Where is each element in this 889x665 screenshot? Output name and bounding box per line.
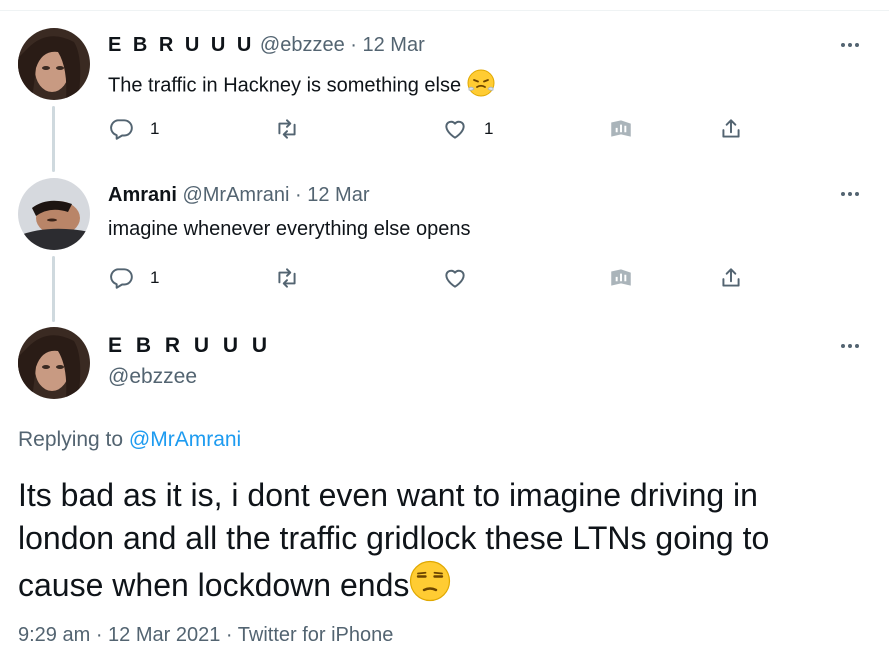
replying-to-link[interactable]: @MrAmrani (129, 428, 241, 451)
unamused-face-emoji-icon (409, 560, 451, 613)
reply-icon (110, 119, 133, 140)
like-button[interactable] (442, 262, 484, 294)
avatar[interactable] (18, 28, 90, 100)
retweet-icon (278, 119, 296, 139)
like-button[interactable]: 1 (442, 113, 493, 145)
tweet-actions: 1 (108, 262, 748, 294)
tweet-time[interactable]: 9:29 am (18, 624, 90, 646)
reply-icon (110, 268, 133, 289)
thread-line (52, 256, 55, 322)
replying-label: Replying to (18, 428, 129, 451)
separator-dot: · (289, 184, 308, 206)
share-button[interactable] (718, 113, 744, 145)
tweet-text-line-content: cause when lockdown ends (18, 567, 410, 603)
separator-dot: · (220, 624, 238, 646)
reply-count: 1 (150, 268, 160, 287)
tweet-actions: 1 1 (108, 113, 748, 145)
tweet-text-content: imagine whenever everything else opens (108, 218, 471, 240)
thread-line (52, 106, 55, 172)
tweet-header: E B R U U U @ebzzee · 12 Mar (108, 34, 425, 57)
tweet-text-content: The traffic in Hackney is something else (108, 74, 462, 97)
more-icon[interactable] (835, 35, 865, 55)
tweet-date[interactable]: 12 Mar (362, 34, 424, 56)
steam-face-emoji-icon (467, 69, 495, 103)
more-icon[interactable] (835, 184, 865, 204)
tweet-full-date[interactable]: 12 Mar 2021 (108, 624, 220, 646)
tweet-text: imagine whenever everything else opens (108, 218, 470, 241)
separator-dot: · (344, 34, 363, 56)
author-handle[interactable]: @ebzzee (260, 34, 345, 56)
author-name[interactable]: E B R U U U (108, 334, 271, 358)
reply-count: 1 (150, 119, 160, 138)
tweet-date[interactable]: 12 Mar (307, 184, 369, 206)
like-count: 1 (484, 119, 494, 138)
avatar[interactable] (18, 327, 90, 399)
analytics-icon (611, 269, 631, 286)
more-icon[interactable] (835, 336, 865, 356)
avatar[interactable] (18, 178, 90, 250)
author-handle[interactable]: @MrAmrani (182, 184, 289, 206)
tweet-text: Its bad as it is, i dont even want to im… (18, 474, 878, 613)
reply-button[interactable]: 1 (108, 262, 159, 294)
like-icon (445, 120, 465, 139)
author-name[interactable]: Amrani (108, 184, 177, 206)
retweet-button[interactable] (274, 262, 316, 294)
top-divider (0, 10, 889, 11)
tweet-meta: 9:29 am · 12 Mar 2021 · Twitter for iPho… (18, 624, 393, 647)
like-icon (445, 269, 465, 288)
replying-to: Replying to @MrAmrani (18, 428, 241, 452)
analytics-button[interactable] (608, 262, 634, 294)
retweet-icon (278, 268, 296, 288)
tweet-text: The traffic in Hackney is something else (108, 69, 495, 103)
share-icon (722, 119, 740, 138)
author-handle[interactable]: @ebzzee (108, 365, 197, 389)
reply-button[interactable]: 1 (108, 113, 159, 145)
tweet-header: Amrani @MrAmrani · 12 Mar (108, 184, 369, 207)
tweet-source[interactable]: Twitter for iPhone (238, 624, 394, 646)
retweet-button[interactable] (274, 113, 316, 145)
tweet-text-line: london and all the traffic gridlock thes… (18, 520, 770, 556)
separator-dot: · (90, 624, 109, 646)
share-button[interactable] (718, 262, 744, 294)
share-icon (722, 268, 740, 287)
analytics-icon (611, 120, 631, 137)
analytics-button[interactable] (608, 113, 634, 145)
author-name[interactable]: E B R U U U (108, 34, 254, 56)
tweet-text-line: Its bad as it is, i dont even want to im… (18, 477, 758, 513)
tweet-text-line: cause when lockdown ends (18, 560, 878, 613)
